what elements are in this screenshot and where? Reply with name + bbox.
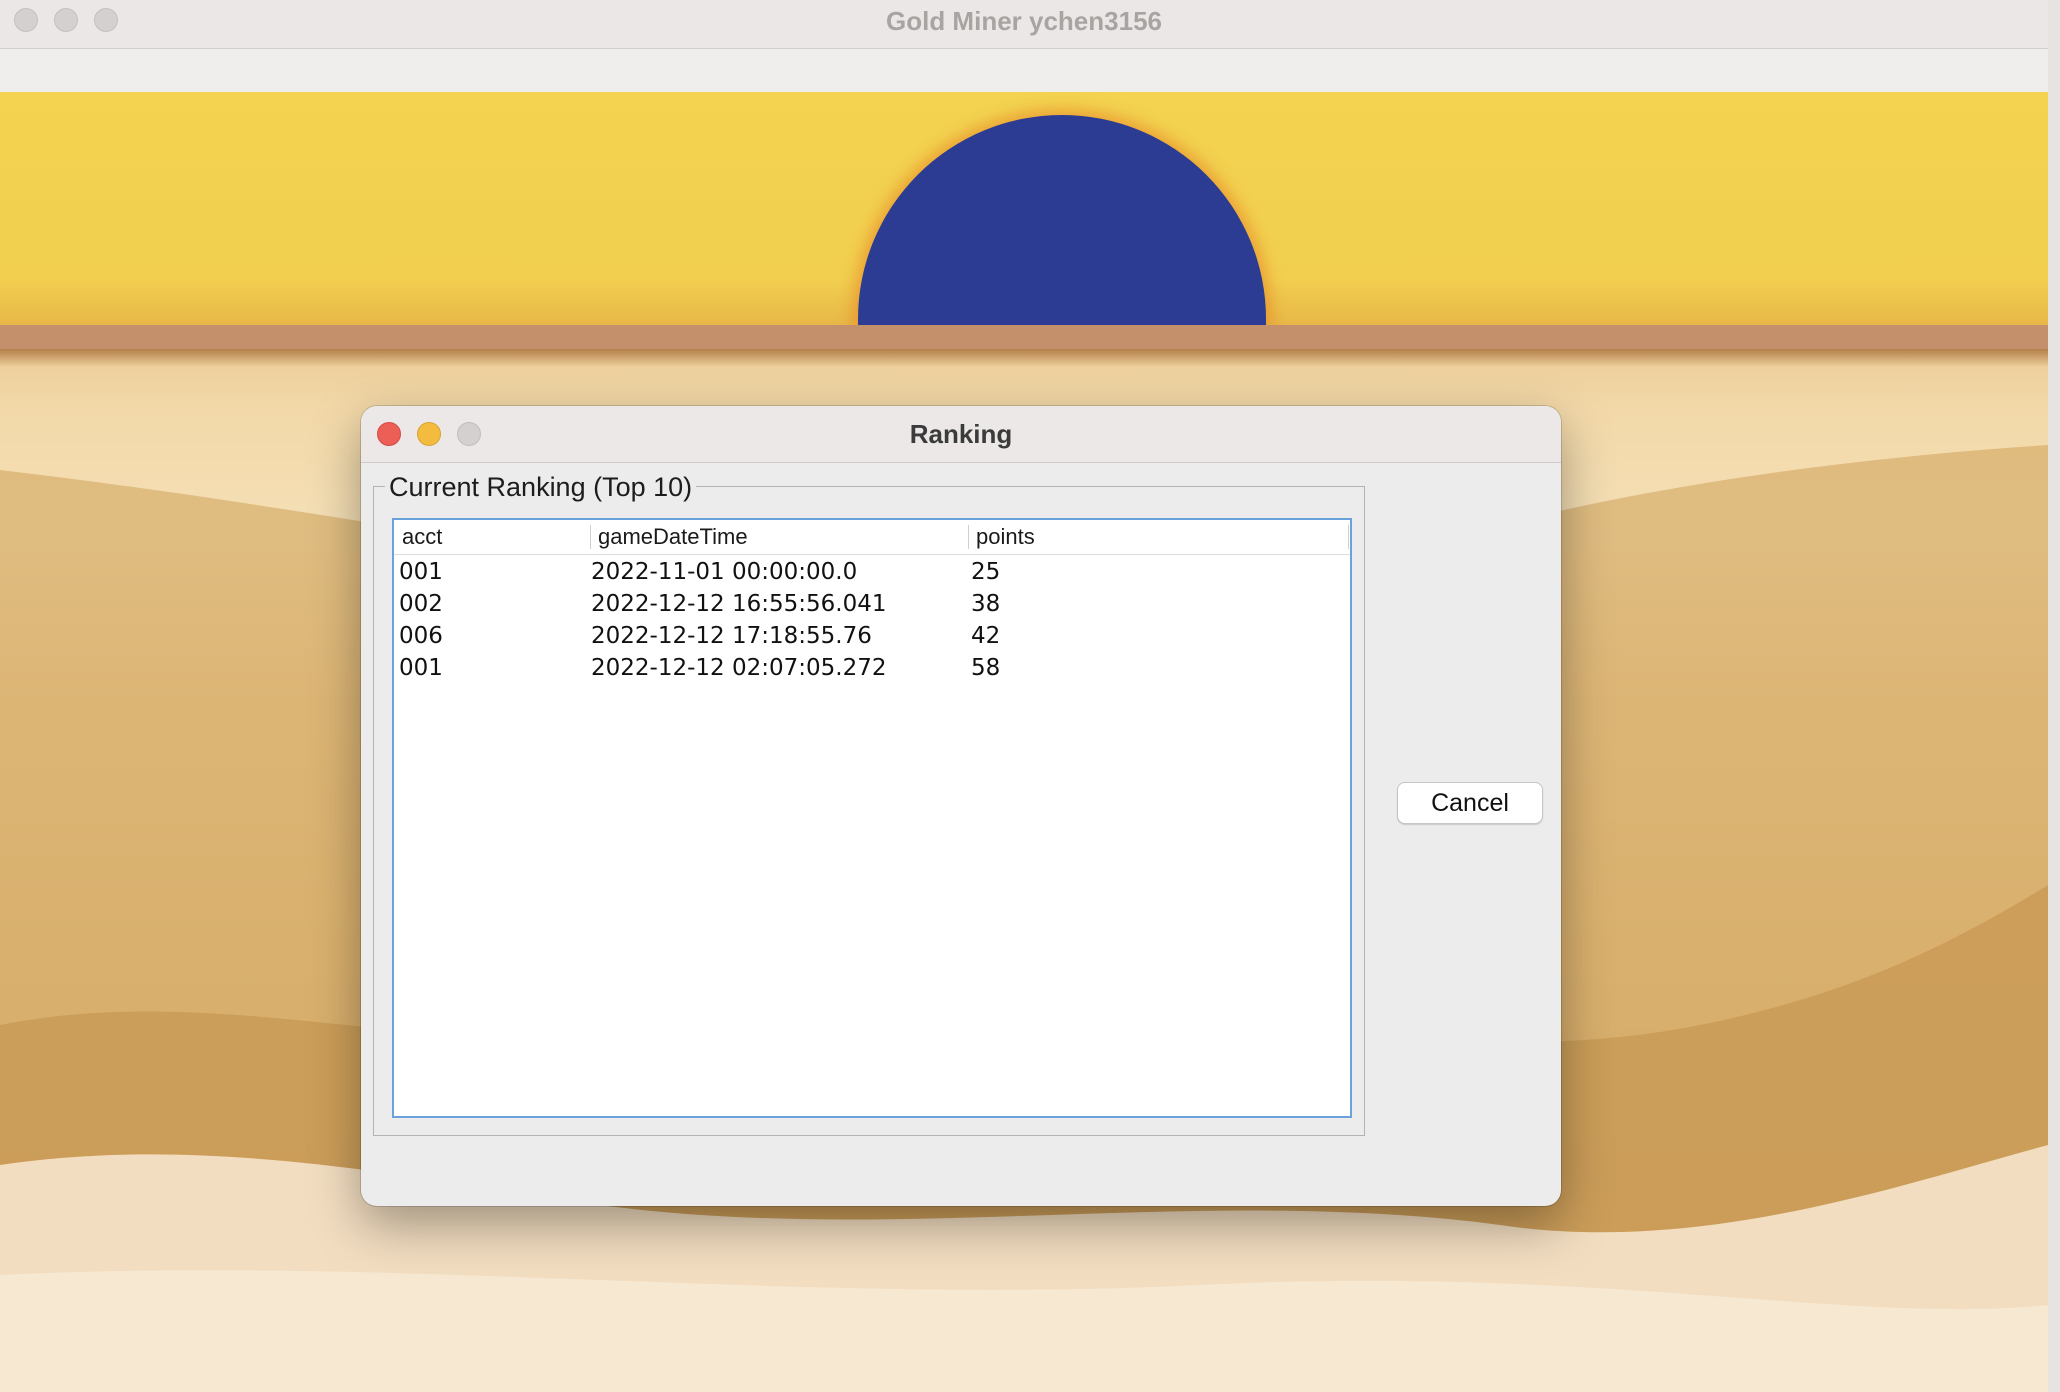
ranking-group-label: Current Ranking (Top 10): [385, 472, 697, 503]
cell-acct: 006: [399, 623, 443, 649]
cell-acct: 002: [399, 591, 443, 617]
cell-acct: 001: [399, 655, 443, 681]
column-header-gamedatetime[interactable]: gameDateTime: [590, 520, 968, 554]
cell-gamedatetime: 2022-11-01 00:00:00.0: [591, 559, 858, 585]
dialog-titlebar: Ranking: [361, 406, 1561, 463]
cancel-button[interactable]: Cancel: [1397, 782, 1543, 824]
cell-points: 42: [971, 623, 1001, 649]
ranking-table[interactable]: acct gameDateTime points 001 2022-11-01 …: [392, 518, 1352, 1118]
cell-gamedatetime: 2022-12-12 02:07:05.272: [591, 655, 887, 681]
cell-points: 25: [971, 559, 1001, 585]
column-header-points[interactable]: points: [968, 520, 1348, 554]
table-row[interactable]: 001 2022-12-12 02:07:05.272 58: [394, 652, 1350, 684]
cell-gamedatetime: 2022-12-12 16:55:56.041: [591, 591, 887, 617]
window-title: Gold Miner ychen3156: [886, 6, 1162, 36]
table-row[interactable]: 006 2022-12-12 17:18:55.76 42: [394, 620, 1350, 652]
dialog-title: Ranking: [909, 419, 1013, 449]
cell-acct: 001: [399, 559, 443, 585]
window-edge: [2048, 0, 2060, 1392]
table-row[interactable]: 002 2022-12-12 16:55:56.041 38: [394, 588, 1350, 620]
window-toolbar-strip: [0, 49, 2048, 92]
cell-points: 58: [971, 655, 1001, 681]
column-header-acct[interactable]: acct: [394, 520, 590, 554]
main-window-titlebar: Gold Miner ychen3156: [0, 0, 2048, 49]
ground-shadow: [0, 349, 2048, 367]
column-divider: [1348, 525, 1349, 549]
cell-points: 38: [971, 591, 1001, 617]
table-header: acct gameDateTime points: [394, 520, 1350, 555]
ranking-dialog: Ranking Current Ranking (Top 10) acct ga…: [361, 406, 1561, 1206]
cell-gamedatetime: 2022-12-12 17:18:55.76: [591, 623, 872, 649]
ground-strip: [0, 325, 2048, 349]
table-row[interactable]: 001 2022-11-01 00:00:00.0 25: [394, 556, 1350, 588]
